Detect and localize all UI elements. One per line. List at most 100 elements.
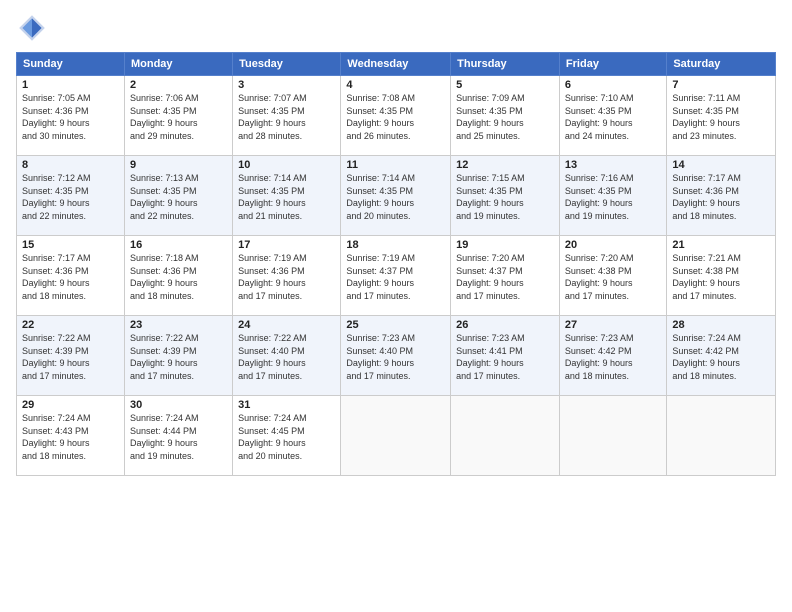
day-info: Sunrise: 7:18 AMSunset: 4:36 PMDaylight:…	[130, 252, 227, 302]
week-row-1: 1Sunrise: 7:05 AMSunset: 4:36 PMDaylight…	[17, 76, 776, 156]
day-cell: 17Sunrise: 7:19 AMSunset: 4:36 PMDayligh…	[233, 236, 341, 316]
day-info: Sunrise: 7:05 AMSunset: 4:36 PMDaylight:…	[22, 92, 119, 142]
day-cell: 14Sunrise: 7:17 AMSunset: 4:36 PMDayligh…	[667, 156, 776, 236]
day-cell: 27Sunrise: 7:23 AMSunset: 4:42 PMDayligh…	[559, 316, 666, 396]
day-number: 25	[346, 319, 445, 331]
day-info: Sunrise: 7:17 AMSunset: 4:36 PMDaylight:…	[22, 252, 119, 302]
day-info: Sunrise: 7:24 AMSunset: 4:44 PMDaylight:…	[130, 412, 227, 462]
day-cell: 16Sunrise: 7:18 AMSunset: 4:36 PMDayligh…	[124, 236, 232, 316]
day-cell: 20Sunrise: 7:20 AMSunset: 4:38 PMDayligh…	[559, 236, 666, 316]
day-number: 1	[22, 79, 119, 91]
day-number: 6	[565, 79, 661, 91]
logo-icon	[16, 12, 48, 44]
day-info: Sunrise: 7:11 AMSunset: 4:35 PMDaylight:…	[672, 92, 770, 142]
day-cell: 31Sunrise: 7:24 AMSunset: 4:45 PMDayligh…	[233, 396, 341, 476]
day-cell: 5Sunrise: 7:09 AMSunset: 4:35 PMDaylight…	[451, 76, 560, 156]
day-number: 12	[456, 159, 554, 171]
day-number: 27	[565, 319, 661, 331]
day-info: Sunrise: 7:07 AMSunset: 4:35 PMDaylight:…	[238, 92, 335, 142]
calendar-table: SundayMondayTuesdayWednesdayThursdayFrid…	[16, 52, 776, 476]
calendar-body: 1Sunrise: 7:05 AMSunset: 4:36 PMDaylight…	[17, 76, 776, 476]
week-row-2: 8Sunrise: 7:12 AMSunset: 4:35 PMDaylight…	[17, 156, 776, 236]
col-header-friday: Friday	[559, 53, 666, 76]
week-row-3: 15Sunrise: 7:17 AMSunset: 4:36 PMDayligh…	[17, 236, 776, 316]
day-number: 28	[672, 319, 770, 331]
day-number: 14	[672, 159, 770, 171]
day-info: Sunrise: 7:12 AMSunset: 4:35 PMDaylight:…	[22, 172, 119, 222]
logo	[16, 12, 52, 44]
day-info: Sunrise: 7:08 AMSunset: 4:35 PMDaylight:…	[346, 92, 445, 142]
day-number: 3	[238, 79, 335, 91]
day-cell: 19Sunrise: 7:20 AMSunset: 4:37 PMDayligh…	[451, 236, 560, 316]
day-number: 23	[130, 319, 227, 331]
day-info: Sunrise: 7:14 AMSunset: 4:35 PMDaylight:…	[346, 172, 445, 222]
day-cell: 1Sunrise: 7:05 AMSunset: 4:36 PMDaylight…	[17, 76, 125, 156]
day-number: 19	[456, 239, 554, 251]
day-cell: 24Sunrise: 7:22 AMSunset: 4:40 PMDayligh…	[233, 316, 341, 396]
day-number: 21	[672, 239, 770, 251]
col-header-monday: Monday	[124, 53, 232, 76]
day-number: 24	[238, 319, 335, 331]
day-number: 29	[22, 399, 119, 411]
day-cell: 4Sunrise: 7:08 AMSunset: 4:35 PMDaylight…	[341, 76, 451, 156]
week-row-5: 29Sunrise: 7:24 AMSunset: 4:43 PMDayligh…	[17, 396, 776, 476]
day-number: 17	[238, 239, 335, 251]
day-number: 30	[130, 399, 227, 411]
day-cell: 2Sunrise: 7:06 AMSunset: 4:35 PMDaylight…	[124, 76, 232, 156]
day-info: Sunrise: 7:23 AMSunset: 4:41 PMDaylight:…	[456, 332, 554, 382]
col-header-thursday: Thursday	[451, 53, 560, 76]
day-number: 26	[456, 319, 554, 331]
day-info: Sunrise: 7:13 AMSunset: 4:35 PMDaylight:…	[130, 172, 227, 222]
day-info: Sunrise: 7:22 AMSunset: 4:39 PMDaylight:…	[22, 332, 119, 382]
day-cell: 18Sunrise: 7:19 AMSunset: 4:37 PMDayligh…	[341, 236, 451, 316]
col-header-sunday: Sunday	[17, 53, 125, 76]
day-info: Sunrise: 7:17 AMSunset: 4:36 PMDaylight:…	[672, 172, 770, 222]
day-cell	[341, 396, 451, 476]
day-cell	[667, 396, 776, 476]
week-row-4: 22Sunrise: 7:22 AMSunset: 4:39 PMDayligh…	[17, 316, 776, 396]
col-header-saturday: Saturday	[667, 53, 776, 76]
day-number: 4	[346, 79, 445, 91]
day-number: 2	[130, 79, 227, 91]
day-number: 31	[238, 399, 335, 411]
day-info: Sunrise: 7:21 AMSunset: 4:38 PMDaylight:…	[672, 252, 770, 302]
day-number: 22	[22, 319, 119, 331]
day-number: 5	[456, 79, 554, 91]
day-cell: 26Sunrise: 7:23 AMSunset: 4:41 PMDayligh…	[451, 316, 560, 396]
day-info: Sunrise: 7:24 AMSunset: 4:43 PMDaylight:…	[22, 412, 119, 462]
day-cell: 15Sunrise: 7:17 AMSunset: 4:36 PMDayligh…	[17, 236, 125, 316]
day-cell: 7Sunrise: 7:11 AMSunset: 4:35 PMDaylight…	[667, 76, 776, 156]
day-number: 7	[672, 79, 770, 91]
day-info: Sunrise: 7:23 AMSunset: 4:40 PMDaylight:…	[346, 332, 445, 382]
day-info: Sunrise: 7:10 AMSunset: 4:35 PMDaylight:…	[565, 92, 661, 142]
day-cell: 25Sunrise: 7:23 AMSunset: 4:40 PMDayligh…	[341, 316, 451, 396]
day-info: Sunrise: 7:16 AMSunset: 4:35 PMDaylight:…	[565, 172, 661, 222]
day-info: Sunrise: 7:24 AMSunset: 4:45 PMDaylight:…	[238, 412, 335, 462]
day-info: Sunrise: 7:06 AMSunset: 4:35 PMDaylight:…	[130, 92, 227, 142]
day-cell	[559, 396, 666, 476]
day-cell: 12Sunrise: 7:15 AMSunset: 4:35 PMDayligh…	[451, 156, 560, 236]
day-cell: 21Sunrise: 7:21 AMSunset: 4:38 PMDayligh…	[667, 236, 776, 316]
day-info: Sunrise: 7:19 AMSunset: 4:36 PMDaylight:…	[238, 252, 335, 302]
calendar-header-row: SundayMondayTuesdayWednesdayThursdayFrid…	[17, 53, 776, 76]
day-cell: 6Sunrise: 7:10 AMSunset: 4:35 PMDaylight…	[559, 76, 666, 156]
day-cell: 10Sunrise: 7:14 AMSunset: 4:35 PMDayligh…	[233, 156, 341, 236]
day-number: 13	[565, 159, 661, 171]
header	[16, 12, 776, 44]
day-number: 8	[22, 159, 119, 171]
day-info: Sunrise: 7:14 AMSunset: 4:35 PMDaylight:…	[238, 172, 335, 222]
day-info: Sunrise: 7:20 AMSunset: 4:37 PMDaylight:…	[456, 252, 554, 302]
day-info: Sunrise: 7:24 AMSunset: 4:42 PMDaylight:…	[672, 332, 770, 382]
day-cell: 13Sunrise: 7:16 AMSunset: 4:35 PMDayligh…	[559, 156, 666, 236]
day-info: Sunrise: 7:20 AMSunset: 4:38 PMDaylight:…	[565, 252, 661, 302]
day-info: Sunrise: 7:22 AMSunset: 4:39 PMDaylight:…	[130, 332, 227, 382]
day-cell: 3Sunrise: 7:07 AMSunset: 4:35 PMDaylight…	[233, 76, 341, 156]
day-info: Sunrise: 7:23 AMSunset: 4:42 PMDaylight:…	[565, 332, 661, 382]
day-info: Sunrise: 7:22 AMSunset: 4:40 PMDaylight:…	[238, 332, 335, 382]
day-number: 11	[346, 159, 445, 171]
col-header-wednesday: Wednesday	[341, 53, 451, 76]
day-number: 16	[130, 239, 227, 251]
day-cell: 23Sunrise: 7:22 AMSunset: 4:39 PMDayligh…	[124, 316, 232, 396]
day-cell	[451, 396, 560, 476]
day-info: Sunrise: 7:15 AMSunset: 4:35 PMDaylight:…	[456, 172, 554, 222]
